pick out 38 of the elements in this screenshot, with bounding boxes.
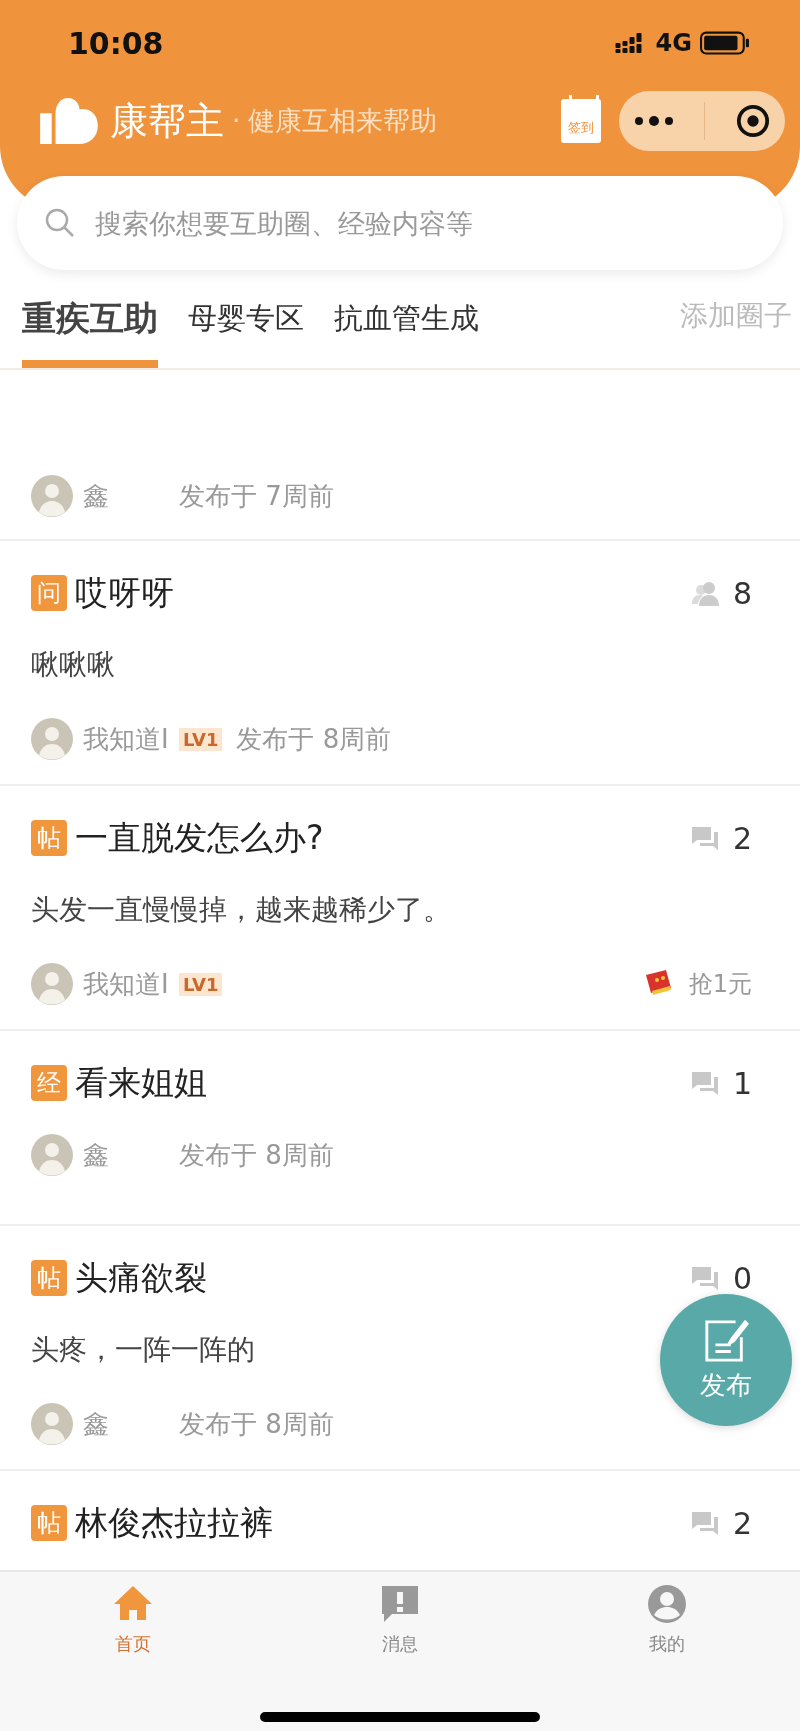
status-time: 10:08: [68, 25, 164, 61]
post-body: 头发一直慢慢掉，越来越稀少了。: [31, 892, 451, 929]
count-label: 0: [732, 1260, 752, 1296]
post-title[interactable]: 哎呀呀: [75, 570, 174, 616]
author-name: 鑫: [83, 1407, 110, 1441]
post-body: 头疼，一阵一阵的: [31, 1332, 255, 1369]
post-title[interactable]: 头痛欲裂: [75, 1255, 207, 1301]
category-tab[interactable]: 母婴专区: [188, 270, 304, 368]
search-input[interactable]: 搜索你想要互助圈、经验内容等: [93, 206, 755, 240]
post-type-tag: 经: [31, 1065, 67, 1101]
count-label: 2: [732, 1505, 752, 1541]
post-title[interactable]: 看来姐姐: [75, 1060, 207, 1106]
count-label: 1: [732, 1065, 752, 1101]
publish-time: 发布于 8周前: [179, 1407, 334, 1441]
author-name: 我知道I: [83, 722, 170, 756]
author-name: 鑫: [83, 479, 110, 513]
level-badge: LV1: [179, 972, 223, 996]
publish-time: 发布于 8周前: [179, 1138, 334, 1172]
count-label: 2: [732, 820, 752, 856]
post-type-tag: 帖: [31, 1260, 67, 1296]
post-title[interactable]: 一直脱发怎么办?: [75, 815, 324, 861]
separator-dot: ·: [232, 106, 241, 136]
post-body: 啾啾啾: [31, 647, 115, 684]
post-type-tag: 问: [31, 575, 67, 611]
app-slogan: 健康互相来帮助: [248, 104, 438, 138]
post-type-tag: 帖: [31, 820, 67, 856]
category-tab[interactable]: 抗血管生成: [334, 270, 479, 368]
category-tab[interactable]: 重疾互助: [22, 270, 158, 368]
app-name: 康帮主: [110, 97, 224, 145]
post-title[interactable]: 林俊杰拉拉裤: [75, 1500, 273, 1546]
level-badge: LV1: [179, 727, 223, 751]
count-label: 8: [732, 575, 752, 611]
publish-time: 发布于 7周前: [179, 479, 334, 513]
author-name: 鑫: [83, 1138, 110, 1172]
post-type-tag: 帖: [31, 1505, 67, 1541]
publish-time: 发布于 8周前: [236, 722, 392, 756]
network-label: 4G: [655, 29, 692, 57]
author-name: 我知道I: [83, 967, 170, 1001]
